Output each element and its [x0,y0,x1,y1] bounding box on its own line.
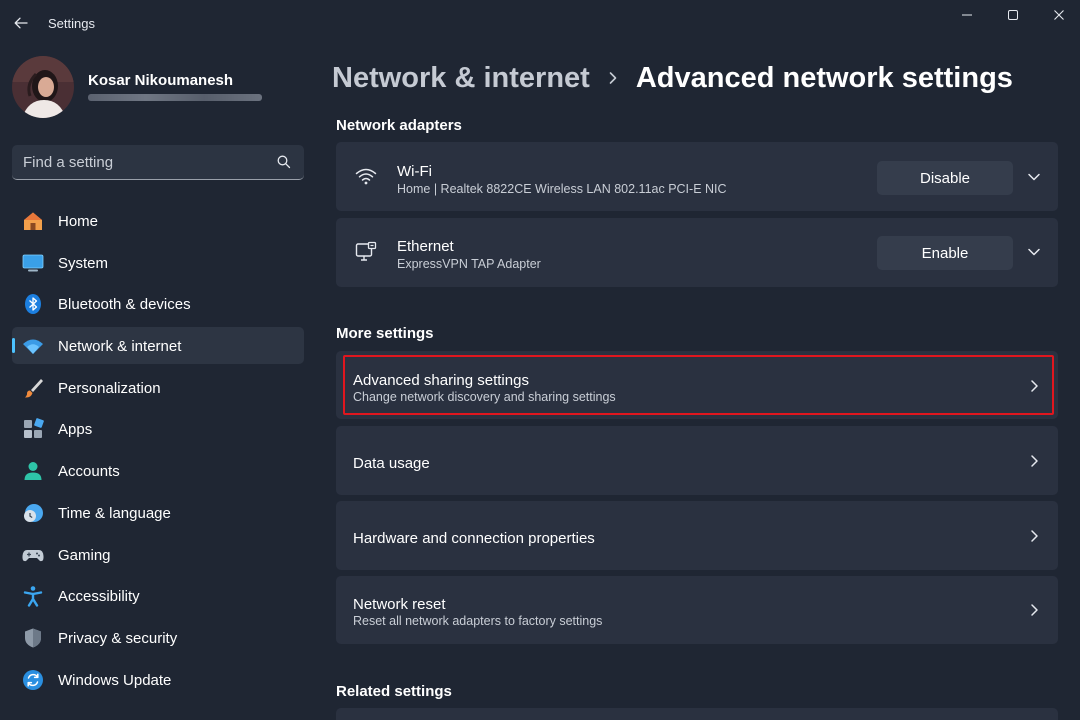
data-usage-link[interactable]: Data usage [336,426,1058,495]
user-profile[interactable]: Kosar Nikoumanesh [12,56,312,120]
chevron-right-icon [1024,600,1044,620]
adapter-name: Wi-Fi [397,163,432,180]
breadcrumb: Network & internet Advanced network sett… [332,58,1013,98]
sidebar-item-label: Network & internet [58,338,182,356]
sidebar-item-personalization[interactable]: Personalization [12,369,304,406]
back-button[interactable] [8,10,34,36]
ethernet-icon [355,241,377,261]
adapter-description: ExpressVPN TAP Adapter [397,257,541,271]
maximize-button[interactable] [990,2,1036,28]
adapter-card-ethernet[interactable]: Ethernet ExpressVPN TAP Adapter Enable [336,218,1058,287]
avatar [12,56,74,118]
brush-icon [25,378,43,398]
sidebar-item-label: Personalization [58,379,161,397]
user-name: Kosar Nikoumanesh [88,72,234,89]
more-settings-heading: More settings [336,325,434,342]
app-title: Settings [48,16,95,31]
search-icon[interactable] [276,154,292,170]
chevron-right-icon [1024,526,1044,546]
bluetooth-icon [25,294,41,315]
system-icon [22,254,44,272]
search-input[interactable] [12,145,272,179]
network-adapters-heading: Network adapters [336,117,462,134]
sidebar-item-label: Home [58,213,99,230]
update-icon [23,669,43,690]
related-settings-card[interactable] [336,708,1058,720]
sidebar-item-time-language[interactable]: Time & language [12,494,304,531]
sidebar-item-accounts[interactable]: Accounts [12,452,304,489]
chevron-down-icon [1028,173,1040,181]
setting-title: Hardware and connection properties [353,530,595,547]
sidebar-item-privacy[interactable]: Privacy & security [12,619,304,656]
close-button[interactable] [1036,2,1080,28]
adapter-card-wifi[interactable]: Wi-Fi Home | Realtek 8822CE Wireless LAN… [336,142,1058,211]
sidebar-item-home[interactable]: Home [12,202,304,239]
sidebar-item-accessibility[interactable]: Accessibility [12,577,304,614]
page-title: Advanced network settings [635,61,1013,94]
sidebar-item-gaming[interactable]: Gaming [12,536,304,573]
sidebar-item-system[interactable]: System [12,244,304,281]
search-box [12,145,304,180]
sidebar-item-label: Accessibility [58,588,140,606]
expand-button[interactable] [1024,242,1044,262]
sidebar-item-label: Bluetooth & devices [58,296,191,314]
enable-button[interactable]: Enable [877,236,1013,270]
home-icon [24,212,42,230]
sidebar-item-label: Accounts [58,463,120,481]
maximize-icon [1008,10,1018,20]
sidebar-item-label: Time & language [58,504,171,522]
sidebar-item-label: Privacy & security [58,629,178,647]
clock-globe-icon [24,503,43,522]
chevron-right-icon [609,72,617,84]
back-arrow-icon [14,17,28,29]
minimize-button[interactable] [944,2,990,28]
network-reset-link[interactable]: Network reset Reset all network adapters… [336,576,1058,644]
setting-title: Network reset [353,596,446,613]
chevron-right-icon [1024,451,1044,471]
related-settings-heading: Related settings [336,683,452,700]
setting-subtitle: Reset all network adapters to factory se… [353,614,603,628]
adapter-description: Home | Realtek 8822CE Wireless LAN 802.1… [397,182,727,196]
sidebar-item-label: Windows Update [58,671,172,689]
accounts-icon [24,462,42,481]
close-icon [1054,10,1064,20]
sidebar-item-label: System [58,254,109,272]
sidebar-item-label: Apps [58,421,93,439]
breadcrumb-separator [590,71,636,85]
sidebar-item-apps[interactable]: Apps [12,410,304,447]
shield-icon [25,628,41,648]
setting-title: Data usage [353,455,430,472]
sidebar-item-bluetooth[interactable]: Bluetooth & devices [12,285,304,322]
accessibility-icon [23,586,43,607]
hardware-connection-properties-link[interactable]: Hardware and connection properties [336,501,1058,570]
highlight-box [343,355,1054,415]
wifi-icon [23,339,43,355]
breadcrumb-parent-link[interactable]: Network & internet [332,62,590,95]
wifi-icon [355,168,377,185]
sidebar-nav: Home System Bluetooth & devices Network … [12,202,304,702]
adapter-name: Ethernet [397,238,454,255]
expand-button[interactable] [1024,167,1044,187]
disable-button[interactable]: Disable [877,161,1013,195]
sidebar-item-windows-update[interactable]: Windows Update [12,661,304,698]
title-bar: Settings [0,0,1080,46]
apps-icon [24,418,44,439]
sidebar-item-network[interactable]: Network & internet [12,327,304,365]
user-email-redacted [88,94,262,101]
chevron-down-icon [1028,248,1040,256]
gamepad-icon [22,549,44,561]
minimize-icon [962,14,972,16]
sidebar-item-label: Gaming [58,546,111,564]
active-indicator [12,338,15,354]
